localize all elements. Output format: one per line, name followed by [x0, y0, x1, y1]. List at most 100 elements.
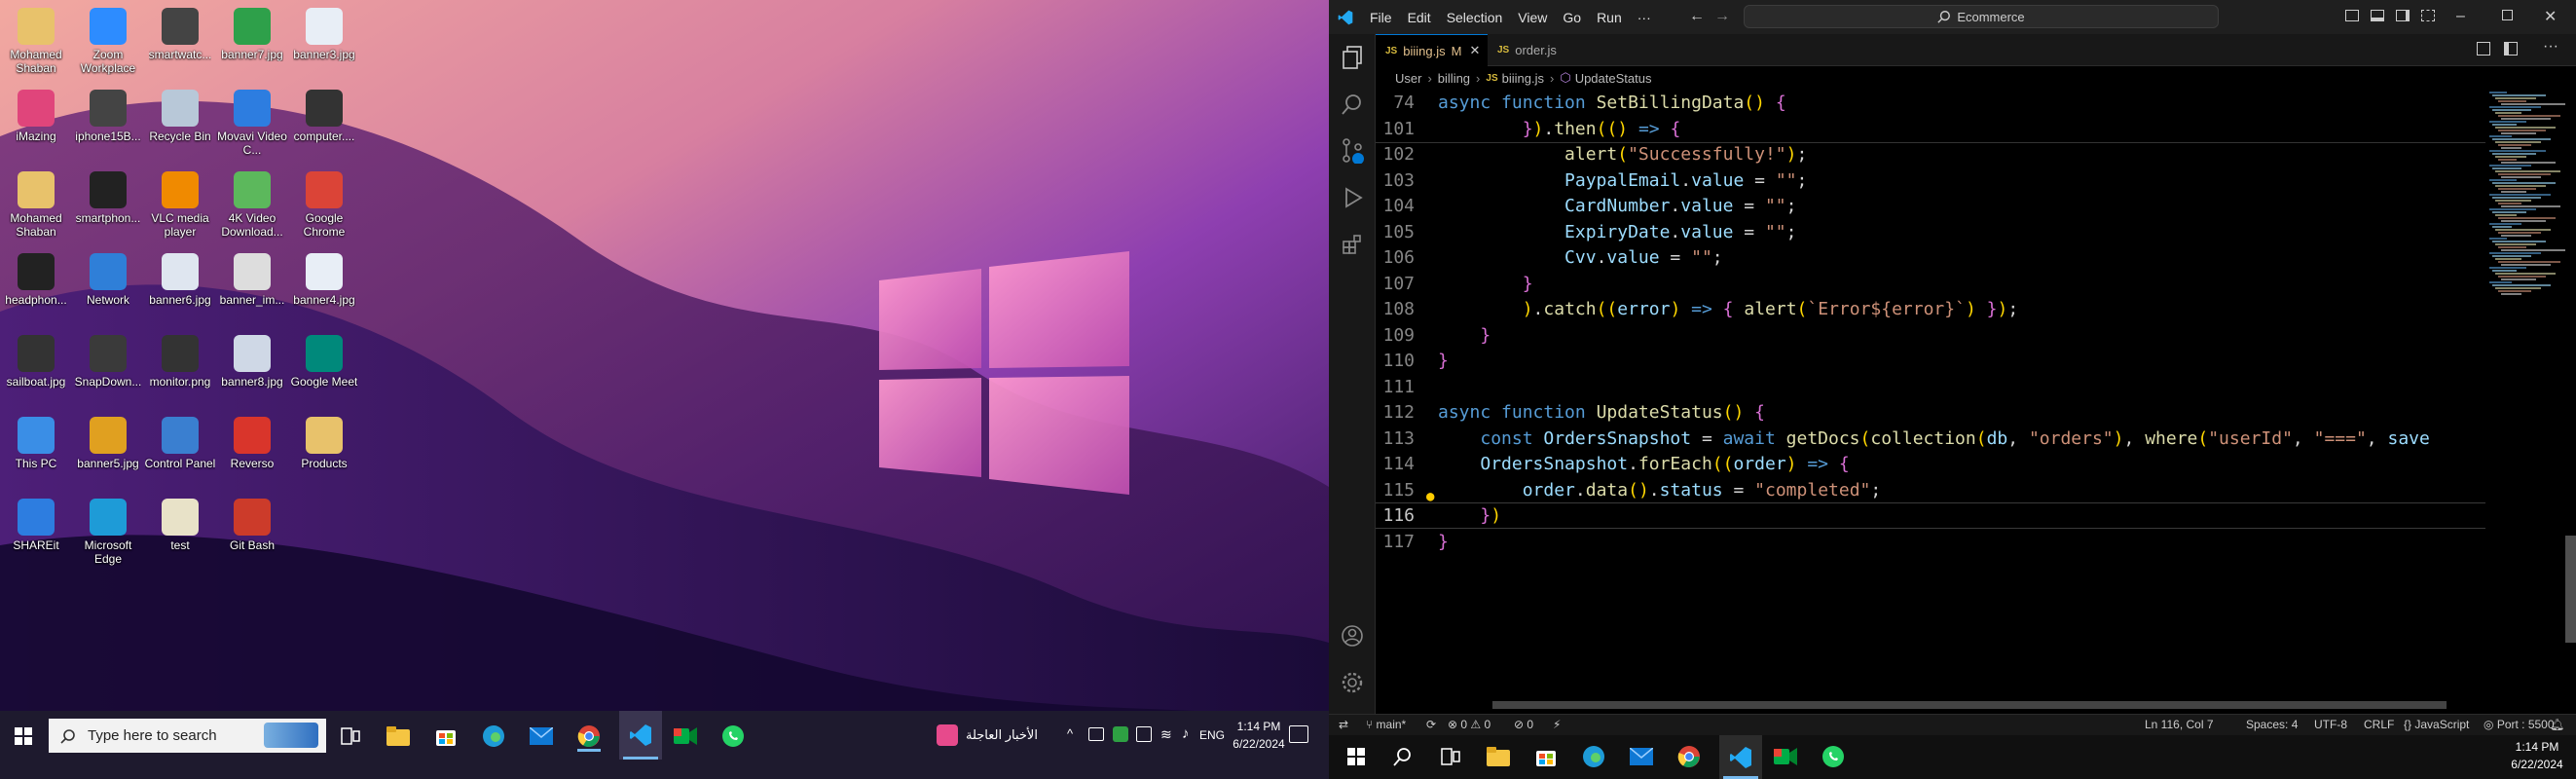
taskbar-edge[interactable] — [1578, 741, 1609, 772]
taskbar-meet[interactable] — [1770, 741, 1801, 772]
clock-time[interactable]: 1:14 PM — [2503, 740, 2571, 754]
problems-status[interactable]: ⊗ 0 ⚠ 0 — [1448, 718, 1490, 731]
toggle-panel-icon[interactable] — [2371, 10, 2384, 21]
split-editor-icon[interactable] — [2504, 42, 2518, 56]
sync-icon[interactable]: ⟳ — [1426, 718, 1436, 731]
menu-item[interactable]: Go — [1555, 10, 1589, 25]
account-icon[interactable] — [1329, 612, 1376, 659]
desktop-icon[interactable]: sailboat.jpg — [0, 333, 72, 411]
cursor-position[interactable]: Ln 116, Col 7 — [2145, 718, 2214, 731]
desktop-icon[interactable]: banner4.jpg — [288, 251, 360, 329]
extensions-icon[interactable] — [1329, 221, 1376, 268]
menu-item[interactable]: Selection — [1439, 10, 1511, 25]
tab-order[interactable]: JS order.js — [1488, 34, 1604, 66]
desktop-icon[interactable]: Reverso — [216, 415, 288, 493]
desktop-icon[interactable]: This PC — [0, 415, 72, 493]
taskbar-store[interactable] — [1530, 741, 1562, 772]
task-view-button[interactable] — [335, 721, 366, 752]
desktop-icon[interactable]: Movavi Video C... — [216, 88, 288, 166]
encoding[interactable]: UTF-8 — [2314, 718, 2347, 731]
search-icon[interactable] — [1329, 81, 1376, 128]
live-share-icon[interactable]: ⚡ — [1553, 718, 1561, 731]
desktop-icon[interactable]: computer.... — [288, 88, 360, 166]
desktop-icon[interactable]: monitor.png — [144, 333, 216, 411]
desktop-icon[interactable]: Google Meet — [288, 333, 360, 411]
tab-billing[interactable]: JS biiing.js M ✕ — [1376, 34, 1488, 66]
toggle-sidebar-icon[interactable] — [2345, 10, 2359, 21]
desktop-icon[interactable]: banner5.jpg — [72, 415, 144, 493]
desktop-icon[interactable]: Recycle Bin — [144, 88, 216, 166]
taskbar-vscode[interactable] — [619, 711, 662, 760]
compare-icon[interactable] — [2477, 42, 2490, 56]
desktop-icon[interactable]: Git Bash — [216, 497, 288, 575]
desktop-icon[interactable]: banner3.jpg — [288, 6, 360, 84]
security-icon[interactable] — [1113, 726, 1128, 742]
taskbar-search[interactable]: Type here to search — [49, 719, 326, 753]
desktop-icon[interactable]: smartphon... — [72, 169, 144, 247]
notifications-bell-icon[interactable]: 🔔︎ — [2550, 718, 2564, 731]
desktop-icon[interactable]: SnapDown... — [72, 333, 144, 411]
taskbar-meet[interactable] — [670, 721, 701, 752]
breadcrumb-item[interactable]: User — [1395, 71, 1421, 86]
desktop-icon[interactable]: test — [144, 497, 216, 575]
desktop-icon[interactable]: Products — [288, 415, 360, 493]
menu-item[interactable]: Edit — [1400, 10, 1439, 25]
run-debug-icon[interactable] — [1329, 174, 1376, 221]
language-mode[interactable]: {} JavaScript — [2404, 718, 2469, 731]
menu-item[interactable]: View — [1510, 10, 1555, 25]
taskbar-file-explorer[interactable] — [1483, 741, 1514, 772]
news-icon[interactable] — [937, 724, 958, 746]
menu-item[interactable]: File — [1362, 10, 1400, 25]
desktop-icon[interactable]: Network — [72, 251, 144, 329]
tray-chevron-icon[interactable]: ^ — [1067, 726, 1073, 741]
taskbar-chrome[interactable] — [573, 721, 605, 752]
more-actions-icon[interactable]: ··· — [2543, 38, 2558, 56]
desktop-icon[interactable]: iphone15B... — [72, 88, 144, 166]
desktop-icon[interactable]: SHAREit — [0, 497, 72, 575]
taskbar-vscode[interactable] — [1719, 735, 1762, 779]
start-button[interactable] — [1341, 741, 1372, 772]
desktop-icon[interactable]: Zoom Workplace — [72, 6, 144, 84]
settings-gear-icon[interactable] — [1329, 659, 1376, 706]
source-control-icon[interactable] — [1329, 128, 1376, 174]
close-icon[interactable]: ✕ — [2544, 7, 2557, 26]
desktop-icon[interactable]: VLC media player — [144, 169, 216, 247]
desktop-icon[interactable]: 4K Video Download... — [216, 169, 288, 247]
tab-close-icon[interactable]: ✕ — [1469, 43, 1480, 58]
back-arrow-icon[interactable]: ← — [1689, 8, 1705, 25]
breadcrumb-item[interactable]: billing — [1438, 71, 1470, 86]
taskbar-mail[interactable] — [526, 721, 557, 752]
menu-item[interactable]: Run — [1589, 10, 1630, 25]
desktop-icon[interactable]: iMazing — [0, 88, 72, 166]
breadcrumb-item[interactable]: UpdateStatus — [1575, 71, 1652, 86]
taskbar-whatsapp[interactable] — [1818, 741, 1849, 772]
command-center[interactable]: Ecommerce — [1744, 5, 2219, 28]
vertical-scrollbar[interactable] — [2565, 536, 2576, 643]
search-button[interactable] — [1387, 741, 1418, 772]
lightbulb-icon[interactable]: ● — [1426, 489, 1434, 504]
desktop-icon[interactable]: Google Chrome — [288, 169, 360, 247]
battery-icon[interactable] — [1088, 727, 1104, 741]
toggle-secondary-sidebar-icon[interactable] — [2396, 10, 2410, 21]
line-ending[interactable]: CRLF — [2364, 718, 2394, 731]
desktop-icon[interactable]: banner_im... — [216, 251, 288, 329]
language-indicator[interactable]: ENG — [1199, 728, 1225, 742]
desktop-icon[interactable]: Mohamed Shaban — [0, 6, 72, 84]
desktop-icon[interactable]: headphon... — [0, 251, 72, 329]
taskbar-file-explorer[interactable] — [383, 721, 414, 752]
desktop-icon[interactable]: Control Panel — [144, 415, 216, 493]
taskbar-edge[interactable] — [478, 721, 509, 752]
live-server-port[interactable]: ◎ Port : 5500 — [2484, 718, 2555, 731]
breadcrumb-item[interactable]: biiing.js — [1502, 71, 1544, 86]
network-icon[interactable] — [1136, 726, 1152, 742]
taskbar-store[interactable] — [430, 721, 461, 752]
ports-status[interactable]: ⊘ 0 — [1514, 718, 1533, 731]
explorer-icon[interactable] — [1329, 34, 1376, 81]
desktop-icon[interactable]: Microsoft Edge — [72, 497, 144, 575]
notification-icon[interactable] — [1289, 725, 1308, 743]
desktop-icon[interactable]: banner6.jpg — [144, 251, 216, 329]
task-view-button[interactable] — [1435, 741, 1466, 772]
desktop-icon[interactable]: banner7.jpg — [216, 6, 288, 84]
desktop-icon[interactable]: smartwatc... — [144, 6, 216, 84]
maximize-icon[interactable] — [2502, 10, 2513, 20]
